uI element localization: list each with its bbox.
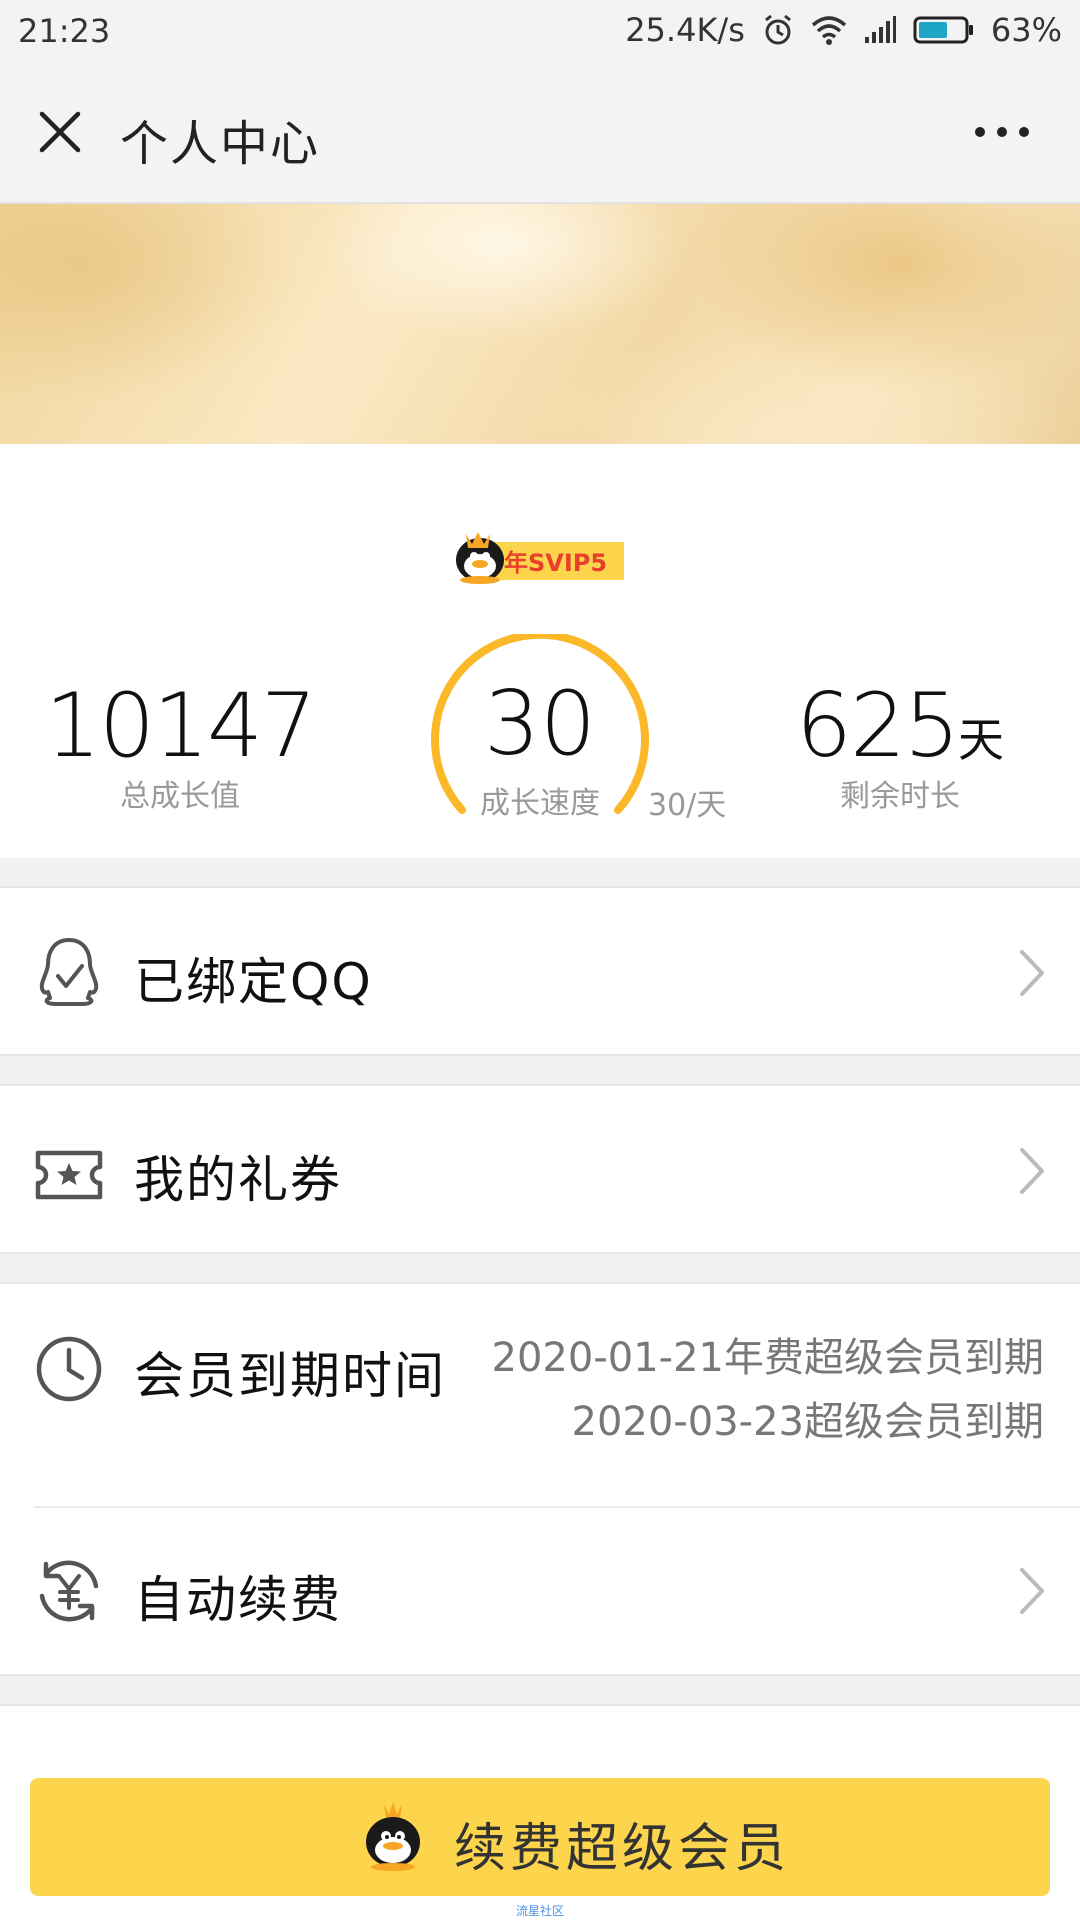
profile-banner — [0, 204, 1080, 444]
growth-speed-gauge: 30 成长速度 30/天 — [420, 630, 726, 874]
svip-badge: 年SVIP5 — [456, 532, 624, 584]
bound-qq-row[interactable]: 已绑定QQ — [0, 890, 1080, 1054]
vouchers-label: 我的礼券 — [134, 1151, 342, 1209]
chevron-right-icon — [1020, 1568, 1044, 1614]
chevron-right-icon — [1020, 1148, 1044, 1194]
status-bar: 21:23 25.4K/s 63% — [0, 0, 1080, 60]
remaining-time-stat: 625天 剩余时长 — [780, 674, 1020, 815]
ticket-star-icon — [35, 1150, 103, 1200]
membership-expiry-row: 会员到期时间 2020-01-21年费超级会员到期 2020-03-23超级会员… — [0, 1284, 1080, 1506]
yuan-refresh-icon — [39, 1560, 99, 1622]
watermark: 流星社区 — [515, 1904, 564, 1918]
wifi-icon — [811, 15, 847, 45]
close-icon[interactable] — [36, 108, 84, 156]
expiry-lines: 2020-01-21年费超级会员到期 2020-03-23超级会员到期 — [492, 1326, 1044, 1454]
page-title: 个人中心 — [120, 116, 321, 172]
remaining-time-label: 剩余时长 — [840, 779, 960, 814]
bound-qq-card: 已绑定QQ — [0, 886, 1080, 1056]
qq-penguin-outline-icon — [39, 938, 99, 1006]
growth-speed-value: 30 — [484, 672, 596, 775]
total-growth-value: 10147 — [45, 674, 317, 777]
total-growth-stat: 10147 总成长值 — [40, 674, 320, 815]
badge-text: 年SVIP5 — [504, 549, 607, 577]
remaining-time-value-line: 625天 — [780, 674, 1020, 777]
qq-penguin-icon — [366, 1802, 420, 1871]
remaining-time-value: 625 — [796, 674, 960, 777]
auto-renew-row[interactable]: 自动续费 — [0, 1508, 1080, 1672]
title-bar: 个人中心 — [0, 60, 1080, 204]
expiry-line-annual: 2020-01-21年费超级会员到期 — [491, 1335, 1044, 1381]
signal-icon — [863, 15, 897, 45]
network-speed: 25.4K/s — [625, 11, 745, 49]
growth-speed-label: 成长速度 — [480, 786, 600, 821]
status-time: 21:23 — [18, 12, 111, 50]
battery-percent: 63% — [990, 11, 1062, 49]
expiry-line-super: 2020-03-23超级会员到期 — [571, 1399, 1044, 1445]
vouchers-row[interactable]: 我的礼券 — [0, 1088, 1080, 1252]
membership-expiry-label: 会员到期时间 — [134, 1347, 446, 1405]
more-icon[interactable] — [972, 122, 1032, 142]
renew-button-label: 续费超级会员 — [454, 1819, 791, 1879]
profile-card: 年SVIP5 10147 总成长值 30 成长速度 30/天 625天 剩余时长 — [0, 444, 1080, 858]
renew-super-member-button[interactable]: 续费超级会员 — [30, 1778, 1050, 1896]
growth-speed-rate: 30/天 — [648, 788, 727, 823]
vouchers-card: 我的礼券 — [0, 1084, 1080, 1254]
battery-icon — [913, 15, 975, 45]
bound-qq-label: 已绑定QQ — [134, 953, 373, 1011]
membership-card: 会员到期时间 2020-01-21年费超级会员到期 2020-03-23超级会员… — [0, 1282, 1080, 1676]
alarm-icon — [761, 13, 795, 47]
clock-icon — [36, 1336, 102, 1402]
remaining-time-unit: 天 — [957, 713, 1004, 767]
total-growth-label: 总成长值 — [120, 779, 240, 814]
auto-renew-label: 自动续费 — [134, 1571, 342, 1629]
chevron-right-icon — [1020, 950, 1044, 996]
status-right: 25.4K/s 63% — [625, 10, 1062, 50]
